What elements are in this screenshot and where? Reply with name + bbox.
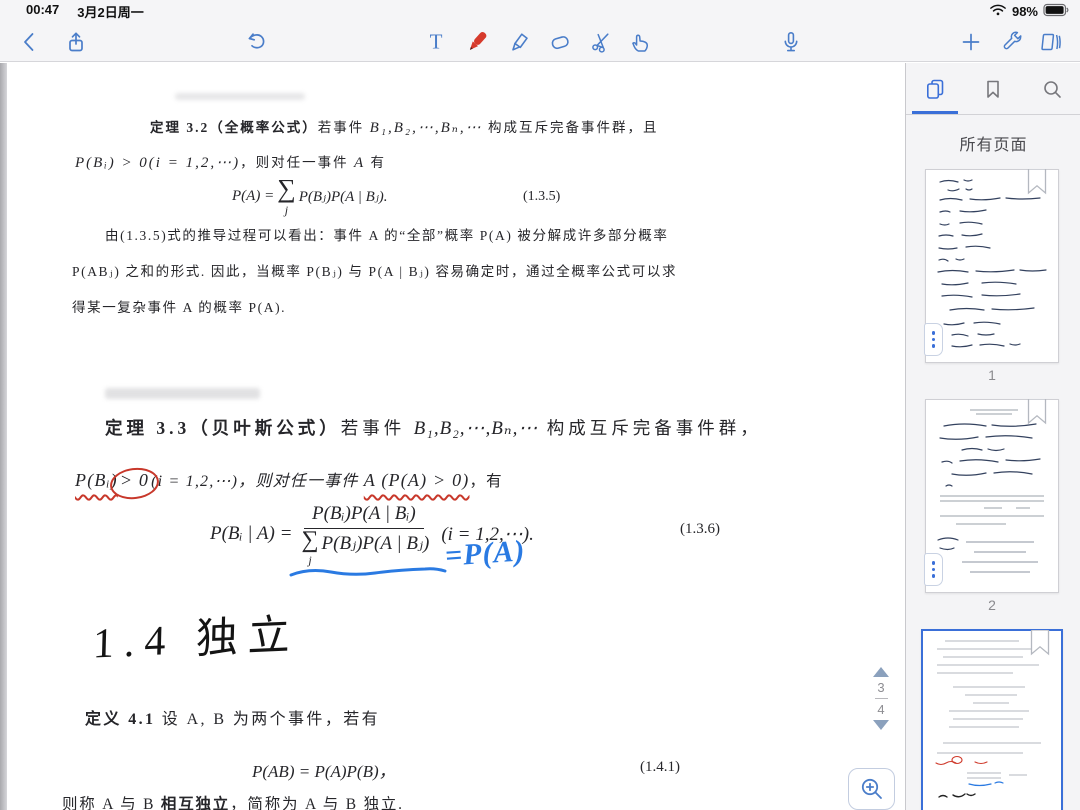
page-thumbnail-3-selected[interactable] [921, 629, 1063, 810]
bookmark-icon [981, 77, 1005, 101]
handwritten-blue-note: =P(A) [444, 534, 527, 574]
status-bar: 00:47 3月2日周一 98% [0, 0, 1080, 22]
pages-fan-icon [1038, 30, 1064, 54]
blue-underline-annotation [288, 566, 448, 580]
equation-1-4-1: P(AB) = P(A)P(B)， [252, 757, 396, 782]
text-tool-button[interactable]: T [418, 24, 454, 60]
scissors-tool-button[interactable] [583, 24, 619, 60]
share-icon [64, 30, 88, 54]
closing-line: 则称 A 与 B 相互独立，简称为 A 与 B 独立. [62, 792, 404, 810]
equation-number-1-3-5: (1.3.5) [523, 189, 560, 205]
bookmark-ribbon-icon [1027, 169, 1047, 200]
eraser-icon [548, 30, 572, 54]
fraction: P(Bᵢ)P(A | Bᵢ) ∑j P(Bⱼ)P(A | Bⱼ) [298, 503, 429, 565]
page-number-label: 1 [925, 367, 1059, 383]
sidebar-title: 所有页面 [906, 131, 1080, 155]
handwritten-section-heading: 1.4 独立 [92, 600, 300, 670]
hand-tool-button[interactable] [623, 24, 659, 60]
thumbnail-options-button[interactable] [924, 553, 943, 586]
page-thumbnail-1[interactable] [925, 169, 1059, 363]
add-page-button[interactable] [953, 24, 989, 60]
microphone-button[interactable] [773, 24, 809, 60]
highlighter-tool-button[interactable] [501, 24, 537, 60]
page-left-edge [0, 63, 7, 810]
clock: 00:47 [26, 2, 59, 21]
definition-4-1-line: 定义 4.1 设 A, B 为两个事件，若有 [85, 705, 380, 729]
tools-settings-button[interactable] [995, 24, 1031, 60]
equation-number-1-4-1: (1.4.1) [640, 759, 680, 776]
thumbnail-options-button[interactable] [924, 323, 943, 356]
equation-1-3-5: P(A) = ∑j P(Bⱼ)P(A | Bⱼ). [232, 179, 388, 215]
pen-tool-button[interactable] [459, 24, 495, 60]
faded-text-artifact [175, 93, 305, 100]
red-circled-term: > 0 [118, 473, 151, 490]
bookmark-ribbon-icon [1027, 399, 1047, 430]
pen-icon [464, 29, 490, 55]
red-underlined-term-2: A (P(A) > 0) [364, 470, 470, 490]
bookmark-ribbon-icon [1030, 630, 1050, 661]
undo-icon [244, 30, 268, 54]
highlighter-icon [507, 30, 531, 54]
share-button[interactable] [58, 24, 94, 60]
text-tool-icon: T [424, 30, 448, 54]
chevron-left-icon [25, 34, 33, 50]
toolbar: T [0, 22, 1080, 62]
page-up-arrow[interactable] [873, 667, 889, 677]
search-icon [1040, 77, 1064, 101]
app-screen: { "status_bar": { "time": "00:47", "date… [0, 0, 1080, 810]
page-down-arrow[interactable] [873, 720, 889, 730]
paragraph-line1: 由(1.3.5)式的推导过程可以看出：事件 A 的“全部”概率 P(A) 被分解… [105, 224, 668, 244]
sidebar-tab-bar [906, 63, 1080, 115]
document-canvas[interactable]: 定理 3.2（全概率公式）若事件 B₁,B₂,⋯,Bₙ,⋯ 构成互斥完备事件群，… [7, 63, 905, 810]
page-number-label: 2 [925, 597, 1059, 613]
pages-sidebar: 所有页面 1 [905, 63, 1080, 810]
scissors-icon [589, 30, 613, 54]
battery-icon [1043, 3, 1070, 20]
svg-text:T: T [430, 30, 443, 54]
theorem-3-3-line1: 定理 3.3（贝叶斯公式）若事件 B₁,B₂,⋯,Bₙ,⋯ 构成互斥完备事件群， [105, 415, 762, 440]
magnifier-zoom-button[interactable] [848, 768, 895, 810]
pages-icon [923, 77, 947, 101]
plus-icon [959, 30, 983, 54]
equation-number-1-3-6: (1.3.6) [680, 521, 720, 538]
pager-total: 4 [877, 702, 884, 717]
theorem-3-2-line2: P(Bᵢ) > 0(i = 1,2,⋯)，则对任一事件 A 有 [75, 151, 386, 172]
paragraph-line3: 得某一复杂事件 A 的概率 P(A). [72, 296, 286, 316]
date: 3月2日周一 [77, 2, 143, 21]
pager-current: 3 [877, 680, 884, 695]
back-button[interactable] [12, 24, 48, 60]
sigma-operator: ∑j [277, 179, 296, 215]
page-pager: 3 4 [866, 667, 896, 730]
paragraph-line2: P(ABⱼ) 之和的形式. 因此，当概率 P(Bⱼ) 与 P(A | Bⱼ) 容… [72, 260, 677, 280]
page-switcher-button[interactable] [1033, 24, 1069, 60]
wrench-icon [1001, 30, 1025, 54]
wifi-icon [989, 3, 1007, 20]
microphone-icon [779, 30, 803, 54]
undo-button[interactable] [238, 24, 274, 60]
eraser-tool-button[interactable] [542, 24, 578, 60]
tab-pages[interactable] [906, 63, 964, 114]
theorem-3-2-line1: 定理 3.2（全概率公式）若事件 B₁,B₂,⋯,Bₙ,⋯ 构成互斥完备事件群，… [150, 116, 659, 137]
page-thumbnail-2[interactable] [925, 399, 1059, 593]
magnifier-plus-icon [858, 775, 886, 803]
theorem-3-3-line2: P(Bᵢ)> 0(i = 1,2,⋯)，则对任一事件 A (P(A) > 0)，… [75, 467, 503, 491]
tab-search[interactable] [1023, 63, 1080, 114]
pointing-hand-icon [629, 30, 653, 54]
battery-percent: 98% [1012, 4, 1038, 19]
pager-divider [875, 698, 888, 699]
erased-text-artifact [105, 388, 260, 399]
tab-bookmarks[interactable] [964, 63, 1022, 114]
sigma-operator: ∑j [301, 531, 318, 565]
